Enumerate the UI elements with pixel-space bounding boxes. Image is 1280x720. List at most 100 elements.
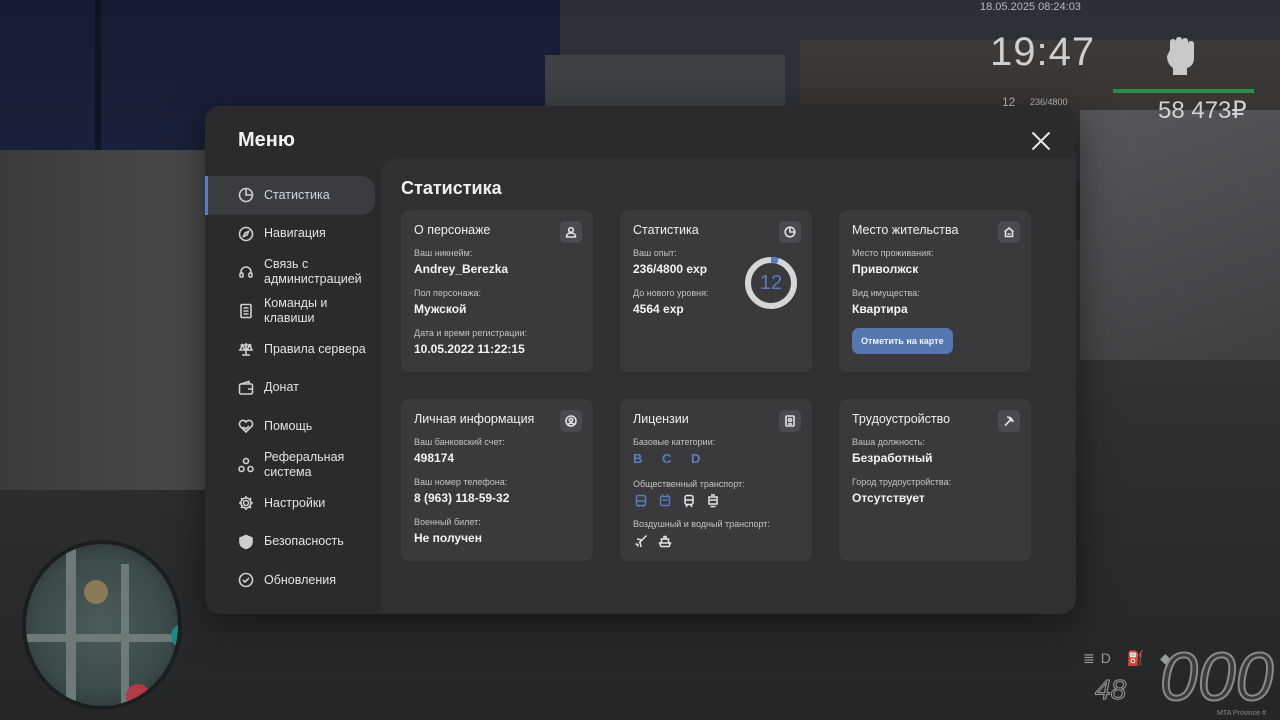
- sidebar-item-donate[interactable]: Донат: [205, 369, 381, 408]
- field-label: Ваш банковский счет:: [414, 437, 505, 447]
- level-ring: 12: [744, 256, 798, 310]
- hud-money: 58 473₽: [1158, 97, 1247, 124]
- scales-icon: [237, 340, 255, 358]
- hud-date: 18.05.2025 08:24:03: [980, 1, 1081, 13]
- field-label: Город трудоустройства:: [852, 477, 952, 487]
- card-title: Личная информация: [414, 412, 535, 426]
- card-title: Лицензии: [633, 412, 689, 426]
- sidebar-item-label: Статистика: [264, 187, 330, 202]
- statistics-card: Статистика Ваш опыт: 236/4800 exp До нов…: [620, 210, 812, 372]
- sidebar-item-label: Навигация: [264, 226, 326, 241]
- property-type-value: Квартира: [852, 302, 908, 316]
- health-bar: [1113, 89, 1254, 93]
- field-label: Военный билет:: [414, 517, 481, 527]
- registration-value: 10.05.2022 11:22:15: [414, 342, 525, 356]
- sidebar: Статистика Навигация Связь с администрац…: [205, 176, 381, 600]
- field-label: Общественный транспорт:: [633, 479, 745, 489]
- sidebar-item-label: Помощь: [264, 418, 313, 433]
- airplane-icon: [633, 533, 648, 548]
- sidebar-item-label: Обновления: [264, 572, 336, 587]
- check-circle-icon: [237, 571, 255, 589]
- gender-value: Мужской: [414, 302, 467, 316]
- card-title: О персонаже: [414, 223, 491, 237]
- sidebar-item-help[interactable]: Помощь: [205, 407, 381, 446]
- sidebar-item-security[interactable]: Безопасность: [205, 523, 381, 562]
- sidebar-item-admin-contact[interactable]: Связь с администрацией: [205, 253, 381, 292]
- headset-icon: [237, 263, 255, 281]
- employment-card: Трудоустройство Ваша должность: Безработ…: [839, 399, 1031, 561]
- character-card: О персонаже Ваш никнейм: Andrey_Berezka …: [401, 210, 593, 372]
- close-icon[interactable]: [1028, 128, 1054, 154]
- mark-on-map-button[interactable]: Отметить на карте: [852, 328, 953, 354]
- field-label: Ваш никнейм:: [414, 248, 473, 258]
- residence-city-value: Приволжск: [852, 262, 919, 276]
- sidebar-item-referral[interactable]: Реферальная система: [205, 446, 381, 485]
- sidebar-item-label: Безопасность: [264, 534, 344, 549]
- gear-icon: [237, 494, 255, 512]
- snow-patch: [1080, 110, 1280, 360]
- field-label: Пол персонажа:: [414, 288, 482, 298]
- air-water-transport-icons: [633, 533, 799, 548]
- id-badge-icon: [779, 410, 801, 432]
- sidebar-item-commands[interactable]: Команды и клавиши: [205, 292, 381, 331]
- bus-icon: [633, 493, 648, 508]
- sidebar-item-rules[interactable]: Правила сервера: [205, 330, 381, 369]
- license-categories: B C D: [633, 451, 709, 466]
- shield-icon: [237, 533, 255, 551]
- personal-info-card: Личная информация Ваш банковский счет: 4…: [401, 399, 593, 561]
- field-label: Воздушный и водный транспорт:: [633, 519, 770, 529]
- residence-card: Место жительства Место проживания: Приво…: [839, 210, 1031, 372]
- employment-city-value: Отсутствует: [852, 491, 925, 505]
- card-title: Место жительства: [852, 223, 959, 237]
- nickname-value: Andrey_Berezka: [414, 262, 509, 276]
- field-label: Место проживания:: [852, 248, 934, 258]
- clock-pie-icon: [779, 221, 801, 243]
- boat-icon: [657, 533, 672, 548]
- sidebar-item-label: Настройки: [264, 495, 326, 510]
- page-title: Статистика: [401, 178, 502, 198]
- military-id-value: Не получен: [414, 531, 482, 545]
- trolleybus-icon: [657, 493, 672, 508]
- public-transport-icons: [633, 493, 799, 508]
- sidebar-item-label: Команды и клавиши: [264, 295, 328, 325]
- content-panel: Статистика О персонаже Ваш никнейм: Andr…: [381, 158, 1076, 614]
- sidebar-item-label: Донат: [264, 380, 299, 395]
- field-label: Базовые категории:: [633, 437, 716, 447]
- wallet-icon: [237, 379, 255, 397]
- sidebar-item-statistics[interactable]: Статистика: [205, 176, 375, 215]
- card-title: Статистика: [633, 223, 699, 237]
- field-label: Ваша должность:: [852, 437, 925, 447]
- network-icon: [237, 456, 255, 474]
- card-title: Трудоустройство: [852, 412, 951, 426]
- user-icon: [560, 221, 582, 243]
- minimap: [22, 540, 182, 710]
- position-value: Безработный: [852, 451, 933, 465]
- sidebar-item-label: Правила сервера: [264, 341, 366, 356]
- user-circle-icon: [560, 410, 582, 432]
- sidebar-item-label: Связь с администрацией: [264, 257, 362, 287]
- field-label: Дата и время регистрации:: [414, 328, 527, 338]
- field-label: Вид имущества:: [852, 288, 920, 298]
- train-icon: [681, 493, 696, 508]
- sidebar-item-settings[interactable]: Настройки: [205, 484, 381, 523]
- licenses-card: Лицензии Базовые категории: B C D Общест…: [620, 399, 812, 561]
- sidebar-item-navigation[interactable]: Навигация: [205, 215, 381, 254]
- speedometer: 000: [1159, 638, 1274, 716]
- tram-icon: [705, 493, 720, 508]
- sidebar-item-updates[interactable]: Обновления: [205, 561, 381, 600]
- document-icon: [237, 302, 255, 320]
- fist-icon: [1167, 37, 1194, 75]
- server-watermark: MTA Province #: [1217, 710, 1266, 717]
- compass-icon: [237, 225, 255, 243]
- fuel-readout: 48: [1094, 674, 1127, 706]
- hud-clock: 19:47: [990, 30, 1096, 74]
- concrete-wall: [0, 150, 210, 490]
- sidebar-item-label: Реферальная система: [264, 449, 345, 479]
- clock-pie-icon: [237, 186, 255, 204]
- field-label: Ваш номер телефона:: [414, 477, 508, 487]
- bank-account-value: 498174: [414, 451, 455, 465]
- menu-window: Меню Статистика Навигация Связь с админи…: [205, 106, 1076, 614]
- heart-hand-icon: [237, 417, 255, 435]
- vehicle-marker-icon: [84, 580, 108, 604]
- phone-number-value: 8 (963) 118-59-32: [414, 491, 510, 505]
